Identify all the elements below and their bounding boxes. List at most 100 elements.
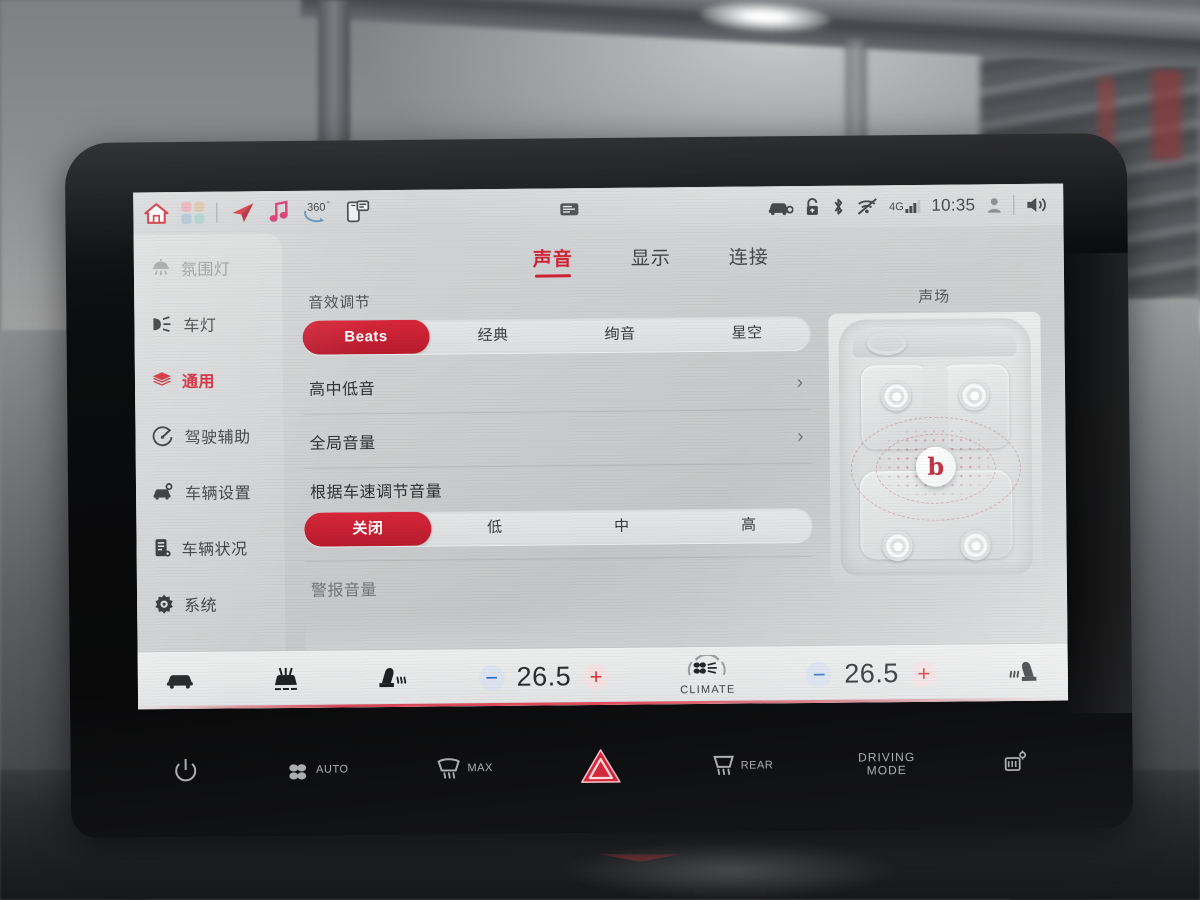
sound-mode-option-beats[interactable]: Beats bbox=[302, 319, 430, 355]
passenger-temp-increase-button[interactable]: + bbox=[910, 660, 937, 687]
tab-display[interactable]: 显示 bbox=[631, 243, 671, 276]
speed-volume-option-high[interactable]: 高 bbox=[685, 508, 812, 543]
volume-icon[interactable] bbox=[1025, 195, 1049, 215]
bluetooth-icon[interactable] bbox=[831, 197, 845, 217]
sidebar-item-label: 氛围灯 bbox=[180, 261, 231, 280]
speaker-rear-left-icon[interactable] bbox=[882, 530, 913, 562]
sidebar-item-headlights[interactable]: 车灯 bbox=[134, 295, 283, 352]
car-top-view: b bbox=[838, 317, 1033, 576]
head-unit: 360 ° 4G 10:35 氛围灯 车灯 通用 驾驶辅助 车辆设置 车辆状况 … bbox=[64, 132, 1134, 839]
svg-text:360: 360 bbox=[307, 202, 325, 214]
air-vent-icon[interactable] bbox=[269, 666, 303, 692]
headlight-icon bbox=[150, 314, 174, 334]
row-speed-volume-title: 根据车速调节音量 bbox=[304, 464, 812, 513]
media-card-icon[interactable] bbox=[559, 201, 579, 217]
lock-icon[interactable] bbox=[804, 197, 820, 217]
settings-sidebar: 氛围灯 车灯 通用 驾驶辅助 车辆设置 车辆状况 系统 bbox=[133, 233, 286, 652]
bezel-gloss-right bbox=[1057, 252, 1133, 714]
passenger-temp-value: 26.5 bbox=[844, 658, 899, 689]
tab-sound[interactable]: 声音 bbox=[533, 244, 573, 277]
speaker-front-left-icon[interactable] bbox=[881, 381, 912, 412]
sidebar-item-vehicle-status[interactable]: 车辆状况 bbox=[136, 519, 285, 576]
layers-icon bbox=[151, 370, 173, 390]
sound-mode-segmented[interactable]: Beats 经典 绚音 星空 bbox=[302, 315, 811, 355]
beats-logo[interactable]: b bbox=[915, 446, 957, 487]
passenger-temp-decrease-button[interactable]: − bbox=[806, 661, 833, 688]
row-alert-volume[interactable]: 警报音量 bbox=[304, 555, 814, 615]
driver-temp-increase-button[interactable]: + bbox=[583, 663, 610, 690]
speed-volume-segmented[interactable]: 关闭 低 中 高 bbox=[304, 507, 813, 547]
row-equalizer[interactable]: 高中低音 › bbox=[302, 355, 812, 415]
hazard-button[interactable] bbox=[578, 747, 624, 787]
navigation-icon[interactable] bbox=[229, 201, 255, 223]
fan-auto-button[interactable]: AUTO bbox=[284, 755, 349, 784]
driver-temp-value: 26.5 bbox=[516, 661, 572, 692]
row-label: 全局音量 bbox=[309, 434, 376, 453]
camera-360-icon[interactable]: 360 ° bbox=[301, 199, 333, 225]
signal-4g-icon: 4G bbox=[889, 199, 921, 213]
row-label: 警报音量 bbox=[310, 581, 378, 600]
car-defog-icon[interactable] bbox=[164, 668, 198, 692]
row-global-volume[interactable]: 全局音量 › bbox=[303, 409, 812, 469]
vehicle-status-icon bbox=[152, 537, 172, 559]
beats-logo-letter: b bbox=[927, 451, 945, 481]
climate-button[interactable]: CLIMATE bbox=[680, 654, 736, 696]
sound-mode-option-vivid[interactable]: 绚音 bbox=[556, 317, 683, 352]
ambient-light-icon bbox=[150, 258, 172, 278]
speaker-front-right-icon[interactable] bbox=[959, 380, 990, 411]
seat-heater-left-icon[interactable] bbox=[374, 664, 408, 692]
phone-projection-icon[interactable] bbox=[345, 199, 371, 223]
home-icon[interactable] bbox=[143, 201, 169, 225]
sidebar-item-general[interactable]: 通用 bbox=[135, 351, 284, 408]
sidebar-item-driving-assist[interactable]: 驾驶辅助 bbox=[135, 407, 284, 464]
infotainment-screen[interactable]: 360 ° 4G 10:35 氛围灯 车灯 通用 驾驶辅助 车辆设置 车辆状况 … bbox=[133, 183, 1069, 710]
speed-volume-option-off[interactable]: 关闭 bbox=[304, 511, 432, 547]
svg-text:°: ° bbox=[326, 200, 329, 209]
toolbar-divider bbox=[215, 202, 217, 223]
clock: 10:35 bbox=[931, 195, 976, 215]
screen-body: 氛围灯 车灯 通用 驾驶辅助 车辆设置 车辆状况 系统 声音 显示 连接 音效调… bbox=[133, 226, 1068, 652]
row-label: 高中低音 bbox=[308, 380, 376, 399]
speed-volume-option-medium[interactable]: 中 bbox=[558, 509, 685, 544]
user-profile-icon[interactable] bbox=[986, 196, 1002, 214]
status-bar: 360 ° 4G 10:35 bbox=[133, 183, 1064, 235]
rear-defrost-label: REAR bbox=[740, 759, 774, 772]
sidebar-item-label: 车辆设置 bbox=[184, 485, 252, 503]
sound-field-diagram[interactable]: b bbox=[828, 311, 1043, 582]
car-status-icon[interactable] bbox=[767, 198, 794, 216]
driving-mode-label-line2: MODE bbox=[866, 763, 907, 778]
apps-grid-icon[interactable] bbox=[181, 201, 204, 225]
sound-mode-option-classic[interactable]: 经典 bbox=[429, 318, 556, 353]
sidebar-item-ambient-light[interactable]: 氛围灯 bbox=[134, 239, 283, 296]
climate-fan-icon bbox=[682, 654, 734, 683]
rear-defrost-button[interactable]: REAR bbox=[709, 751, 774, 780]
driver-temperature-control: − 26.5 + bbox=[478, 661, 610, 693]
chevron-right-icon: › bbox=[796, 371, 804, 393]
settings-tabs: 声音 显示 连接 bbox=[262, 226, 1041, 290]
sidebar-item-label: 车辆状况 bbox=[181, 541, 248, 560]
speed-volume-option-low[interactable]: 低 bbox=[431, 510, 558, 545]
content-fade-mask bbox=[305, 610, 814, 650]
wifi-off-icon[interactable] bbox=[856, 197, 878, 215]
console-glow bbox=[560, 840, 900, 900]
seat-heater-right-icon[interactable] bbox=[1008, 658, 1042, 686]
sound-field-title: 声场 bbox=[918, 288, 951, 306]
settings-content: 声音 显示 连接 音效调节 Beats 经典 绚音 星空 高中低音 › 全局音量… bbox=[282, 226, 1068, 650]
climate-bar: − 26.5 + CLIMATE − 26.5 + bbox=[137, 642, 1069, 710]
driving-mode-button[interactable]: DRIVING MODE bbox=[858, 750, 915, 778]
defrost-max-button[interactable]: MAX bbox=[433, 754, 493, 783]
power-button[interactable] bbox=[173, 757, 199, 785]
tab-connection[interactable]: 连接 bbox=[729, 242, 769, 275]
sidebar-item-system[interactable]: 系统 bbox=[137, 575, 286, 632]
physical-button-row: AUTO MAX REAR DRIVING MODE bbox=[70, 710, 1133, 838]
driver-temp-decrease-button[interactable]: − bbox=[478, 664, 505, 691]
sidebar-item-vehicle-settings[interactable]: 车辆设置 bbox=[136, 463, 285, 520]
music-icon[interactable] bbox=[267, 200, 289, 224]
speed-volume-title: 根据车速调节音量 bbox=[309, 483, 443, 502]
sound-mode-option-starry[interactable]: 星空 bbox=[683, 316, 810, 351]
sidebar-item-label: 车灯 bbox=[183, 317, 217, 335]
speaker-rear-right-icon[interactable] bbox=[960, 530, 991, 561]
sidebar-item-label: 系统 bbox=[184, 597, 218, 615]
seat-adjust-button[interactable] bbox=[1000, 748, 1030, 778]
sidebar-item-label: 通用 bbox=[181, 373, 216, 391]
